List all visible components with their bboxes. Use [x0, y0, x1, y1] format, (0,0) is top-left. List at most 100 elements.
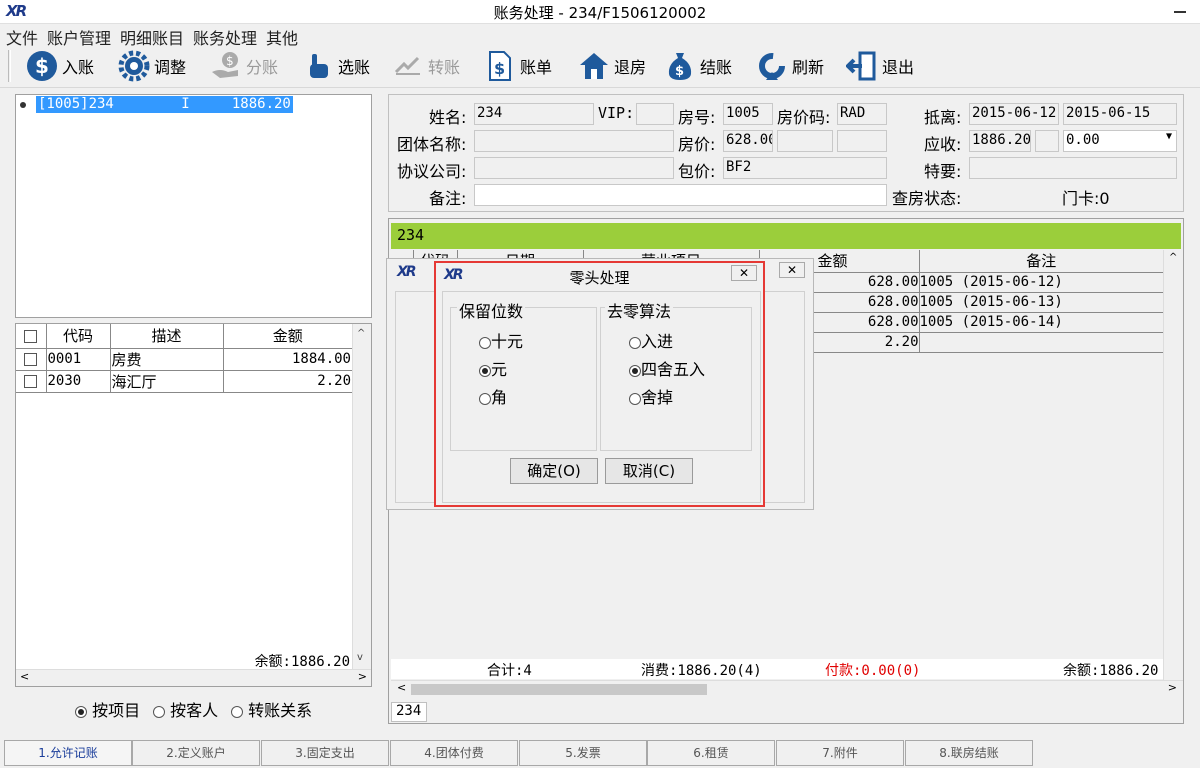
table-row[interactable]: 0001 房费 1884.00: [16, 348, 352, 371]
transfer-button[interactable]: 转账: [392, 48, 460, 84]
departure-field[interactable]: 2015-06-15: [1063, 103, 1177, 125]
row-desc: 海汇厅: [110, 370, 224, 393]
col-amount[interactable]: 金额: [223, 324, 352, 349]
package-field[interactable]: BF2: [723, 157, 887, 179]
receivable-label: 应收:: [924, 135, 962, 154]
row-amount: 2.20: [223, 370, 352, 393]
tab-define-account[interactable]: 2.定义账户: [132, 740, 260, 766]
note-label: 备注:: [429, 189, 467, 208]
receivable-flag-field[interactable]: [1035, 130, 1059, 152]
items-balance: 余额:1886.20: [223, 651, 352, 670]
scroll-right-icon[interactable]: >: [358, 670, 367, 683]
receivable-extra-select[interactable]: 0.00 ▼: [1063, 130, 1177, 152]
cancel-button[interactable]: 取消(C): [605, 458, 693, 484]
note-field[interactable]: [474, 184, 887, 206]
price-field[interactable]: 628.00: [723, 130, 773, 152]
dates-label: 抵离:: [924, 108, 962, 127]
ledger-row-note: [919, 332, 1163, 353]
rate-code-field[interactable]: RAD: [837, 103, 887, 125]
digits-option-yuan[interactable]: 元: [479, 356, 507, 380]
bg-dialog-close-icon[interactable]: ✕: [779, 262, 805, 278]
ledger-col-note[interactable]: 备注: [919, 250, 1163, 273]
col-code[interactable]: 代码: [46, 324, 111, 349]
select-all-checkbox[interactable]: [16, 324, 47, 349]
company-field[interactable]: [474, 157, 674, 179]
refresh-icon: [756, 50, 788, 82]
tab-allow-charge[interactable]: 1.允许记账: [4, 740, 132, 766]
ok-button[interactable]: 确定(O): [510, 458, 598, 484]
view-by-item[interactable]: 按项目: [75, 697, 140, 721]
ledger-hscroll[interactable]: < >: [391, 680, 1183, 697]
account-node-selected[interactable]: [1005]234 I 1886.20: [36, 96, 293, 113]
toolbar: $ 入账 调整 $ 分账 选账 转账 $ 账单 退房 $ 结账 刷新 退出: [0, 46, 1200, 88]
split-button[interactable]: $ 分账: [210, 48, 278, 84]
tab-attachment[interactable]: 7.附件: [776, 740, 904, 766]
arrival-field[interactable]: 2015-06-12: [969, 103, 1059, 125]
adjust-button[interactable]: 调整: [118, 48, 186, 84]
items-hscroll[interactable]: < >: [16, 669, 371, 686]
scroll-left-icon[interactable]: <: [397, 681, 406, 694]
items-vscroll[interactable]: ^ v: [352, 324, 371, 669]
items-table: 代码 描述 金额 0001 房费 1884.00 2030 海汇厅 2.20: [16, 324, 352, 393]
method-option-round-half[interactable]: 四舍五入: [629, 356, 705, 380]
transfer-arrows-icon: [392, 50, 424, 82]
name-label: 姓名:: [429, 108, 467, 127]
scroll-left-icon[interactable]: <: [20, 670, 29, 683]
dialog-close-icon[interactable]: ✕: [731, 265, 757, 281]
group-field[interactable]: [474, 130, 674, 152]
room-label: 房号:: [678, 108, 716, 127]
scroll-up-icon[interactable]: ^: [357, 328, 365, 339]
col-desc[interactable]: 描述: [110, 324, 224, 349]
bill-button[interactable]: $ 账单: [484, 48, 552, 84]
settle-button[interactable]: $ 结账: [664, 48, 732, 84]
paid-total: 付款:0.00(0): [825, 663, 921, 679]
method-option-truncate[interactable]: 舍掉: [629, 384, 673, 408]
digits-option-jiao[interactable]: 角: [479, 384, 507, 408]
hscroll-thumb[interactable]: [411, 684, 707, 695]
checkout-room-button[interactable]: 退房: [578, 48, 646, 84]
row-desc: 房费: [110, 348, 224, 371]
scroll-down-icon[interactable]: v: [357, 652, 363, 663]
method-option-round-up[interactable]: 入进: [629, 328, 673, 352]
tab-fixed-expense[interactable]: 3.固定支出: [261, 740, 389, 766]
row-checkbox[interactable]: [16, 348, 47, 371]
package-label: 包价:: [678, 162, 716, 181]
svg-text:$: $: [226, 54, 234, 68]
scroll-right-icon[interactable]: >: [1168, 681, 1177, 694]
vip-field[interactable]: [636, 103, 674, 125]
room-field[interactable]: 1005: [723, 103, 773, 125]
svg-text:$: $: [494, 59, 505, 78]
price-extra-field-2[interactable]: [837, 130, 887, 152]
exit-button[interactable]: 退出: [846, 48, 914, 84]
account-tree: [1005]234 I 1886.20: [15, 94, 372, 318]
tab-invoice[interactable]: 5.发票: [519, 740, 647, 766]
tab-linked-checkout[interactable]: 8.联房结账: [905, 740, 1033, 766]
method-group: 去零算法 入进 四舍五入 舍掉: [600, 298, 752, 451]
digits-group: 保留位数 十元 元 角: [450, 298, 597, 451]
scroll-up-icon[interactable]: ^: [1169, 252, 1177, 263]
refresh-button[interactable]: 刷新: [756, 48, 824, 84]
receivable-field[interactable]: 1886.20: [969, 130, 1031, 152]
post-button[interactable]: $ 入账: [26, 48, 94, 84]
row-code: 2030: [46, 370, 111, 393]
vip-label: VIP:: [598, 104, 635, 122]
select-button[interactable]: 选账: [302, 48, 370, 84]
chevron-down-icon: ▼: [1165, 131, 1172, 142]
special-field[interactable]: [969, 157, 1177, 179]
dollar-icon: $: [26, 50, 58, 82]
items-panel: 代码 描述 金额 0001 房费 1884.00 2030 海汇厅 2.20 ^…: [15, 323, 372, 687]
row-amount: 1884.00: [223, 348, 352, 371]
group-label: 团体名称:: [397, 135, 467, 154]
table-row[interactable]: 2030 海汇厅 2.20: [16, 370, 352, 393]
row-checkbox[interactable]: [16, 370, 47, 393]
name-field[interactable]: 234: [474, 103, 594, 125]
minimize-button[interactable]: [1168, 2, 1192, 20]
view-by-guest[interactable]: 按客人: [153, 697, 218, 721]
ledger-vscroll[interactable]: ^: [1163, 250, 1183, 680]
digits-option-ten[interactable]: 十元: [479, 328, 523, 352]
view-transfer-relation[interactable]: 转账关系: [231, 697, 312, 721]
tab-lease[interactable]: 6.租赁: [647, 740, 775, 766]
ledger-totals: 合计:4 消费:1886.20(4) 付款:0.00(0) 余额:1886.20: [391, 659, 1163, 679]
price-extra-field-1[interactable]: [777, 130, 833, 152]
tab-group-payment[interactable]: 4.团体付费: [390, 740, 518, 766]
